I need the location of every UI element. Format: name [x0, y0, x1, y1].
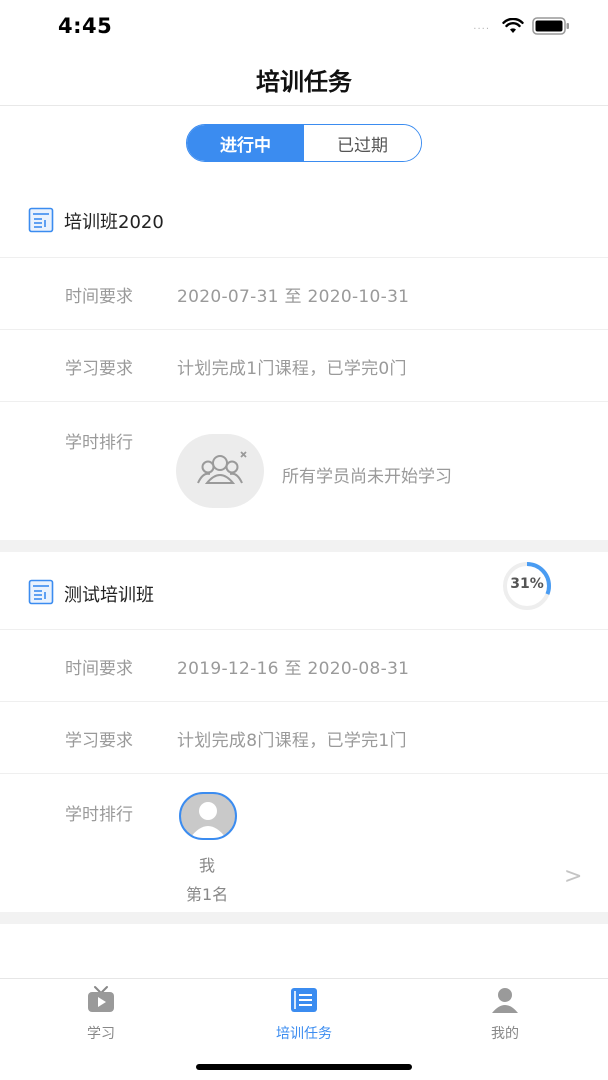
study-label: 学习要求 [65, 731, 133, 751]
section-divider [0, 912, 608, 924]
time-label: 时间要求 [65, 659, 133, 679]
tab-label: 学习 [87, 1026, 115, 1042]
chevron-right-icon[interactable]: > [564, 864, 582, 889]
tab-mine[interactable]: 我的 [455, 985, 555, 1043]
task-list-icon [291, 988, 317, 1012]
avatar [179, 792, 237, 840]
rank-position: 第1名 [186, 885, 229, 904]
tab-in-progress[interactable]: 进行中 [187, 125, 304, 161]
time-requirement-row: 时间要求 2019-12-16 至 2020-08-31 [0, 630, 608, 702]
training-card[interactable]: 测试培训班 31% 时间要求 2019-12-16 至 2020-08-31 学… [0, 552, 608, 912]
nav-bar: 培训任务 [0, 56, 608, 106]
time-label: 时间要求 [65, 287, 133, 307]
study-requirement-row: 学习要求 计划完成8门课程，已学完1门 [0, 702, 608, 774]
status-time: 4:45 [58, 14, 113, 38]
wifi-icon [502, 18, 524, 33]
study-value: 计划完成1门课程，已学完0门 [177, 359, 407, 379]
ranking-row: 学时排行 所有学员尚未开始学习 [0, 402, 608, 540]
study-requirement-row: 学习要求 计划完成1门课程，已学完0门 [0, 330, 608, 402]
ranking-label: 学时排行 [65, 433, 133, 453]
tab-label: 培训任务 [276, 1026, 332, 1042]
person-icon [492, 988, 518, 1013]
card-header: 测试培训班 31% [0, 552, 608, 630]
time-requirement-row: 时间要求 2020-07-31 至 2020-10-31 [0, 258, 608, 330]
training-card[interactable]: 培训班2020 时间要求 2020-07-31 至 2020-10-31 学习要… [0, 182, 608, 540]
document-icon [28, 207, 54, 233]
page-title: 培训任务 [256, 68, 352, 96]
section-divider [0, 540, 608, 552]
tab-training-tasks[interactable]: 培训任务 [254, 985, 354, 1043]
study-label: 学习要求 [65, 359, 133, 379]
ranking-label: 学时排行 [65, 805, 133, 825]
tab-expired[interactable]: 已过期 [304, 125, 421, 161]
card-title: 测试培训班 [64, 585, 154, 606]
status-indicators: .... [473, 17, 570, 35]
ranking-row[interactable]: 学时排行 我 第1名 > [0, 774, 608, 912]
empty-state-text: 所有学员尚未开始学习 [282, 467, 452, 487]
card-header: 培训班2020 [0, 182, 608, 258]
study-value: 计划完成8门课程，已学完1门 [177, 731, 407, 751]
time-value: 2020-07-31 至 2020-10-31 [177, 287, 410, 307]
empty-learners-icon [176, 434, 264, 508]
document-icon [28, 579, 54, 605]
status-bar: 4:45 .... [0, 0, 608, 56]
home-indicator [196, 1064, 412, 1070]
battery-icon [532, 17, 569, 35]
status-segment: 进行中 已过期 [186, 124, 422, 162]
card-title: 培训班2020 [64, 212, 164, 233]
time-value: 2019-12-16 至 2020-08-31 [177, 659, 410, 679]
signal-icon: .... [473, 20, 490, 32]
rank-name: 我 [199, 856, 216, 875]
progress-ring: 31% [497, 561, 557, 611]
tab-label: 我的 [491, 1026, 519, 1042]
tab-study[interactable]: 学习 [51, 985, 151, 1043]
progress-text: 31% [510, 576, 544, 592]
tv-icon [88, 986, 114, 1012]
